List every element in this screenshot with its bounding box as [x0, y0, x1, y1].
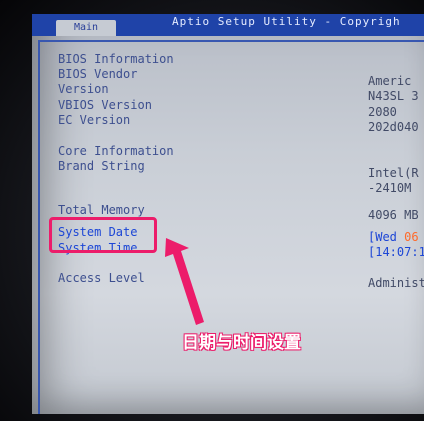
arrow-shape — [165, 238, 204, 325]
annotation-label: 日期与时间设置 — [182, 333, 301, 353]
annotation-arrow — [165, 238, 204, 325]
